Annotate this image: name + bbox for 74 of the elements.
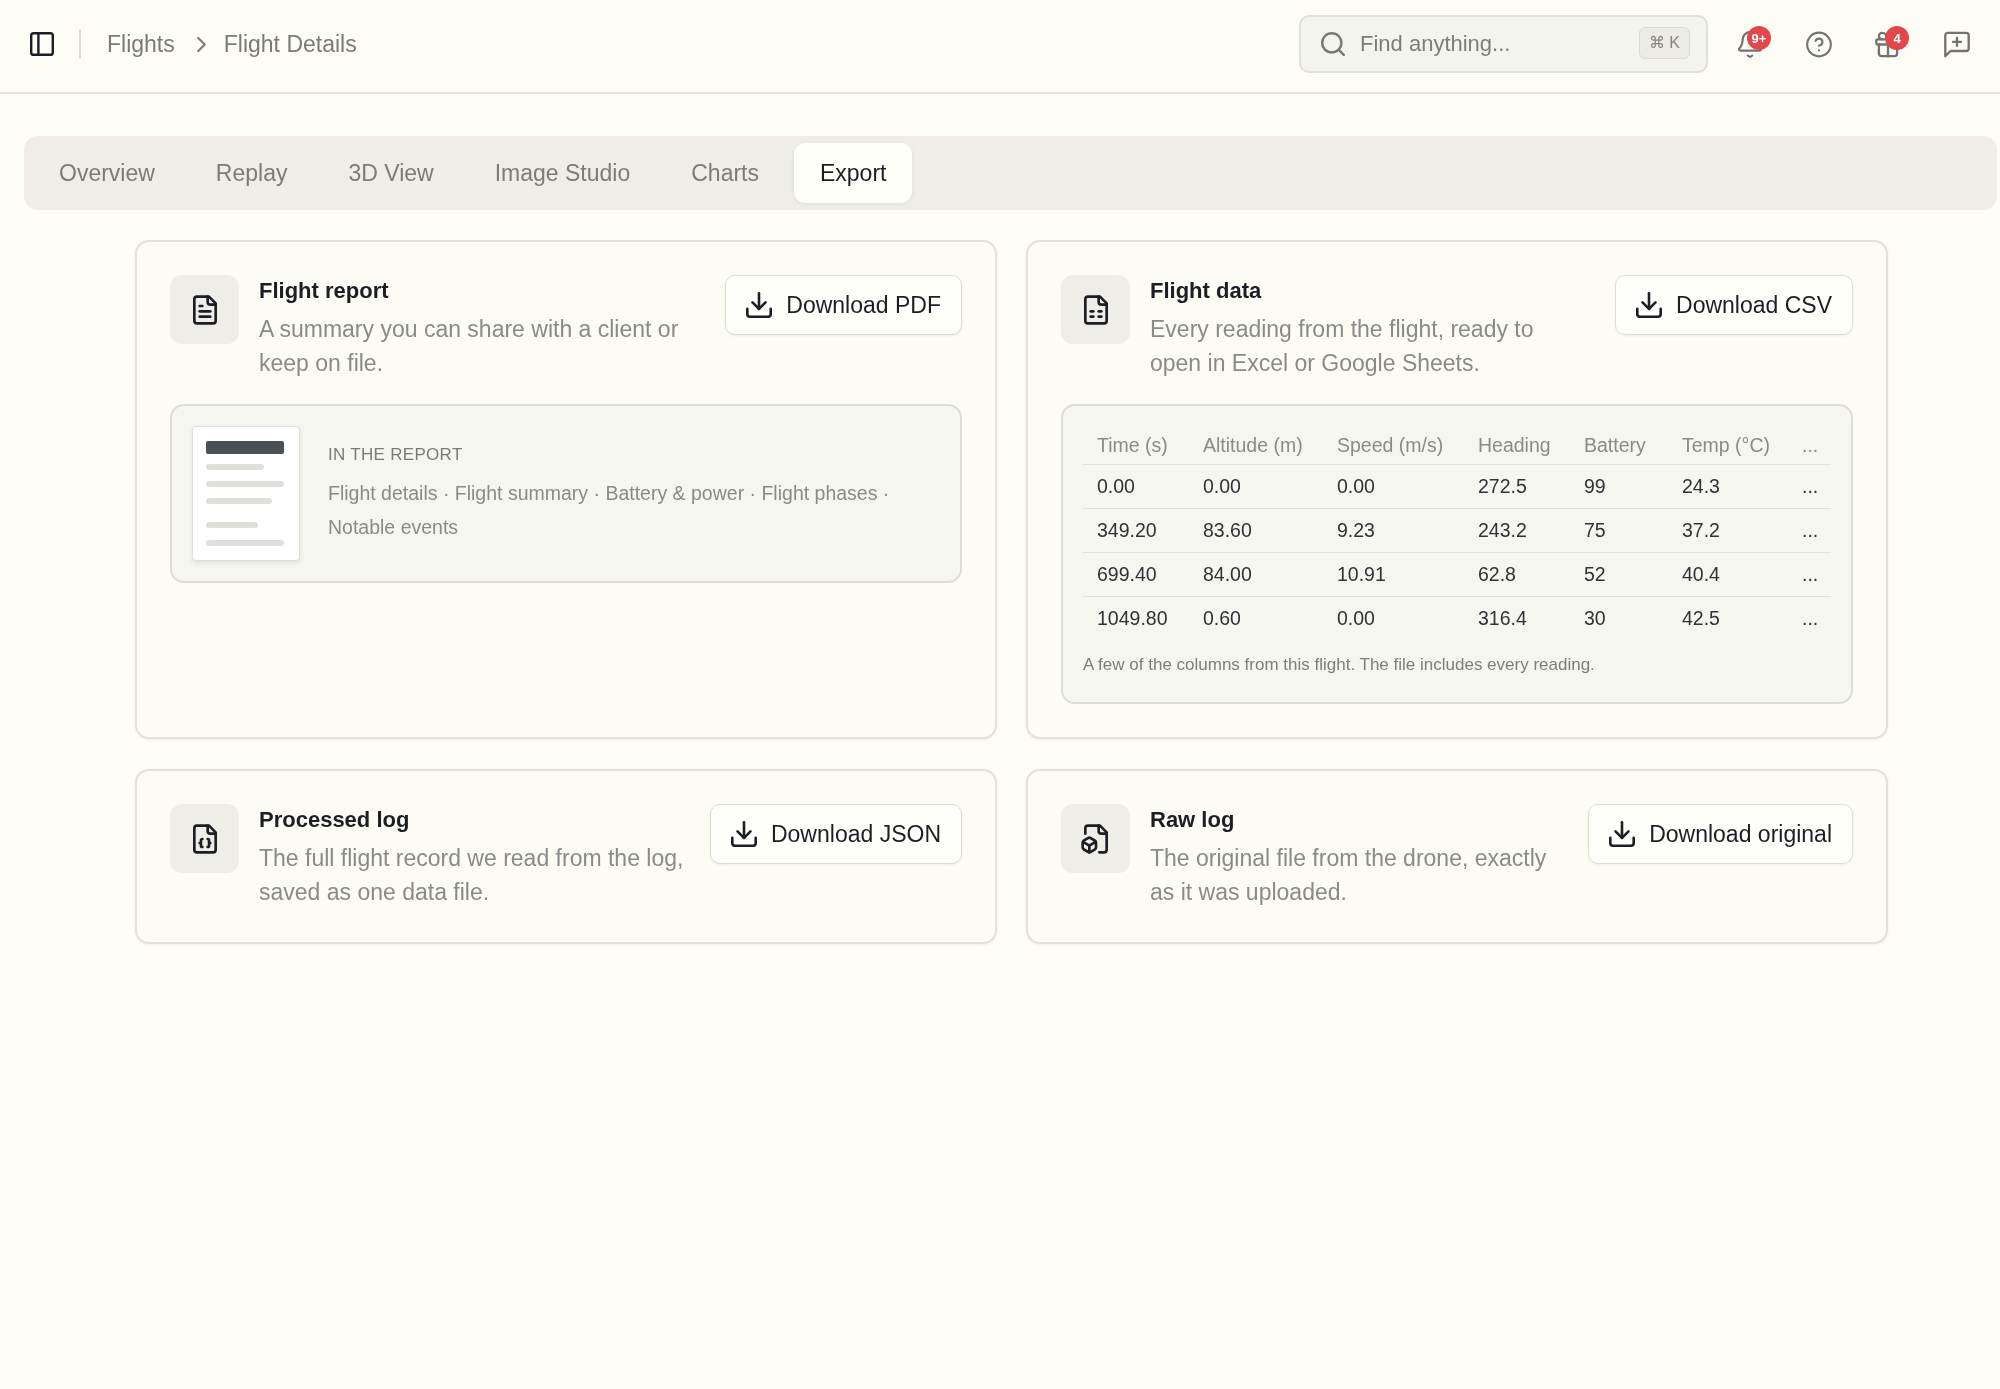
spreadsheet-file-icon (1061, 275, 1130, 344)
table-cell: 84.00 (1189, 552, 1323, 597)
table-note: A few of the columns from this flight. The file includes every reading. (1083, 654, 1596, 676)
tab[interactable]: Export (794, 143, 913, 203)
table-header-cell: Heading (1464, 426, 1570, 465)
table-cell: 0.00 (1189, 464, 1323, 509)
download-icon (1636, 292, 1663, 318)
table-cell: 272.5 (1464, 464, 1570, 509)
section-label: IN THE REPORT (328, 444, 464, 466)
sidebar-toggle-icon[interactable] (30, 32, 54, 56)
count-badge: 4 (1885, 26, 1909, 50)
table-cell: ... (1788, 508, 1831, 553)
tab[interactable]: Charts (665, 143, 785, 203)
tab[interactable]: Replay (189, 143, 314, 203)
download-button[interactable]: Download PDF (725, 275, 962, 335)
table-cell: 0.60 (1189, 596, 1323, 640)
table-header-cell: Battery (1570, 426, 1668, 465)
card-title: Flight report (259, 277, 390, 305)
file-text-icon (170, 275, 239, 344)
download-button[interactable]: Download original (1588, 804, 1853, 864)
box-file-icon (1061, 804, 1130, 873)
table-cell: 9.23 (1323, 508, 1464, 553)
download-icon (730, 821, 757, 847)
tab[interactable]: Overview (33, 143, 181, 203)
table-cell: 243.2 (1464, 508, 1570, 553)
download-icon (746, 292, 773, 318)
table-cell: 30 (1570, 596, 1668, 640)
help-icon[interactable] (1806, 30, 1832, 58)
table-cell: ... (1788, 552, 1831, 597)
report-contents-text: Flight details · Flight summary · Battery & power · Flight phases · Notable events (328, 481, 891, 540)
table-cell: 62.8 (1464, 552, 1570, 597)
tab[interactable]: 3D View (322, 143, 460, 203)
table-cell: 40.4 (1668, 552, 1788, 597)
table-cell: 10.91 (1323, 552, 1464, 597)
table-cell: 42.5 (1668, 596, 1788, 640)
table-cell: 316.4 (1464, 596, 1570, 640)
tab[interactable]: Image Studio (468, 143, 657, 203)
breadcrumb-current: Flight Details (223, 30, 357, 58)
table-cell: 37.2 (1668, 508, 1788, 553)
card-title: Processed log (259, 806, 411, 834)
table-cell: 83.60 (1189, 508, 1323, 553)
card-description: Every reading from the flight, ready to open in Excel or Google Sheets. (1150, 315, 1535, 378)
card-description: The original file from the drone, exactly as it was uploaded. (1150, 844, 1548, 907)
breadcrumb-link[interactable]: Flights (107, 30, 175, 58)
card-title: Raw log (1150, 806, 1236, 834)
download-button[interactable]: Download JSON (709, 804, 962, 864)
table-header-cell: Altitude (m) (1189, 426, 1323, 465)
table-cell: 699.40 (1083, 552, 1189, 597)
chevron-right-icon (196, 36, 206, 52)
shortcut-hint: ⌘ K (1638, 27, 1690, 59)
table-cell: 52 (1570, 552, 1668, 597)
download-icon (1609, 821, 1636, 847)
table-cell: 0.00 (1083, 464, 1189, 509)
card-description: A summary you can share with a client or keep on file. (259, 315, 680, 378)
message-plus-icon[interactable] (1944, 30, 1970, 58)
table-cell: 0.00 (1323, 464, 1464, 509)
table-cell: ... (1788, 596, 1831, 640)
table-header-cell: Temp (°C) (1668, 426, 1788, 465)
table-cell: 99 (1570, 464, 1668, 509)
card-description: The full flight record we read from the log, saved as one data file. (259, 844, 685, 907)
table-cell: 24.3 (1668, 464, 1788, 509)
table-header-cell: Time (s) (1083, 426, 1189, 465)
table-cell: 349.20 (1083, 508, 1189, 553)
table-header-cell: Speed (m/s) (1323, 426, 1464, 465)
search-icon (1321, 32, 1345, 56)
count-badge: 9+ (1747, 26, 1771, 50)
table-cell: 75 (1570, 508, 1668, 553)
code-file-icon (170, 804, 239, 873)
table-cell: 1049.80 (1083, 596, 1189, 640)
table-header-cell: ... (1788, 426, 1831, 465)
download-button[interactable]: Download CSV (1615, 275, 1853, 335)
table-cell: ... (1788, 464, 1831, 509)
card-title: Flight data (1150, 277, 1263, 305)
table-cell: 0.00 (1323, 596, 1464, 640)
